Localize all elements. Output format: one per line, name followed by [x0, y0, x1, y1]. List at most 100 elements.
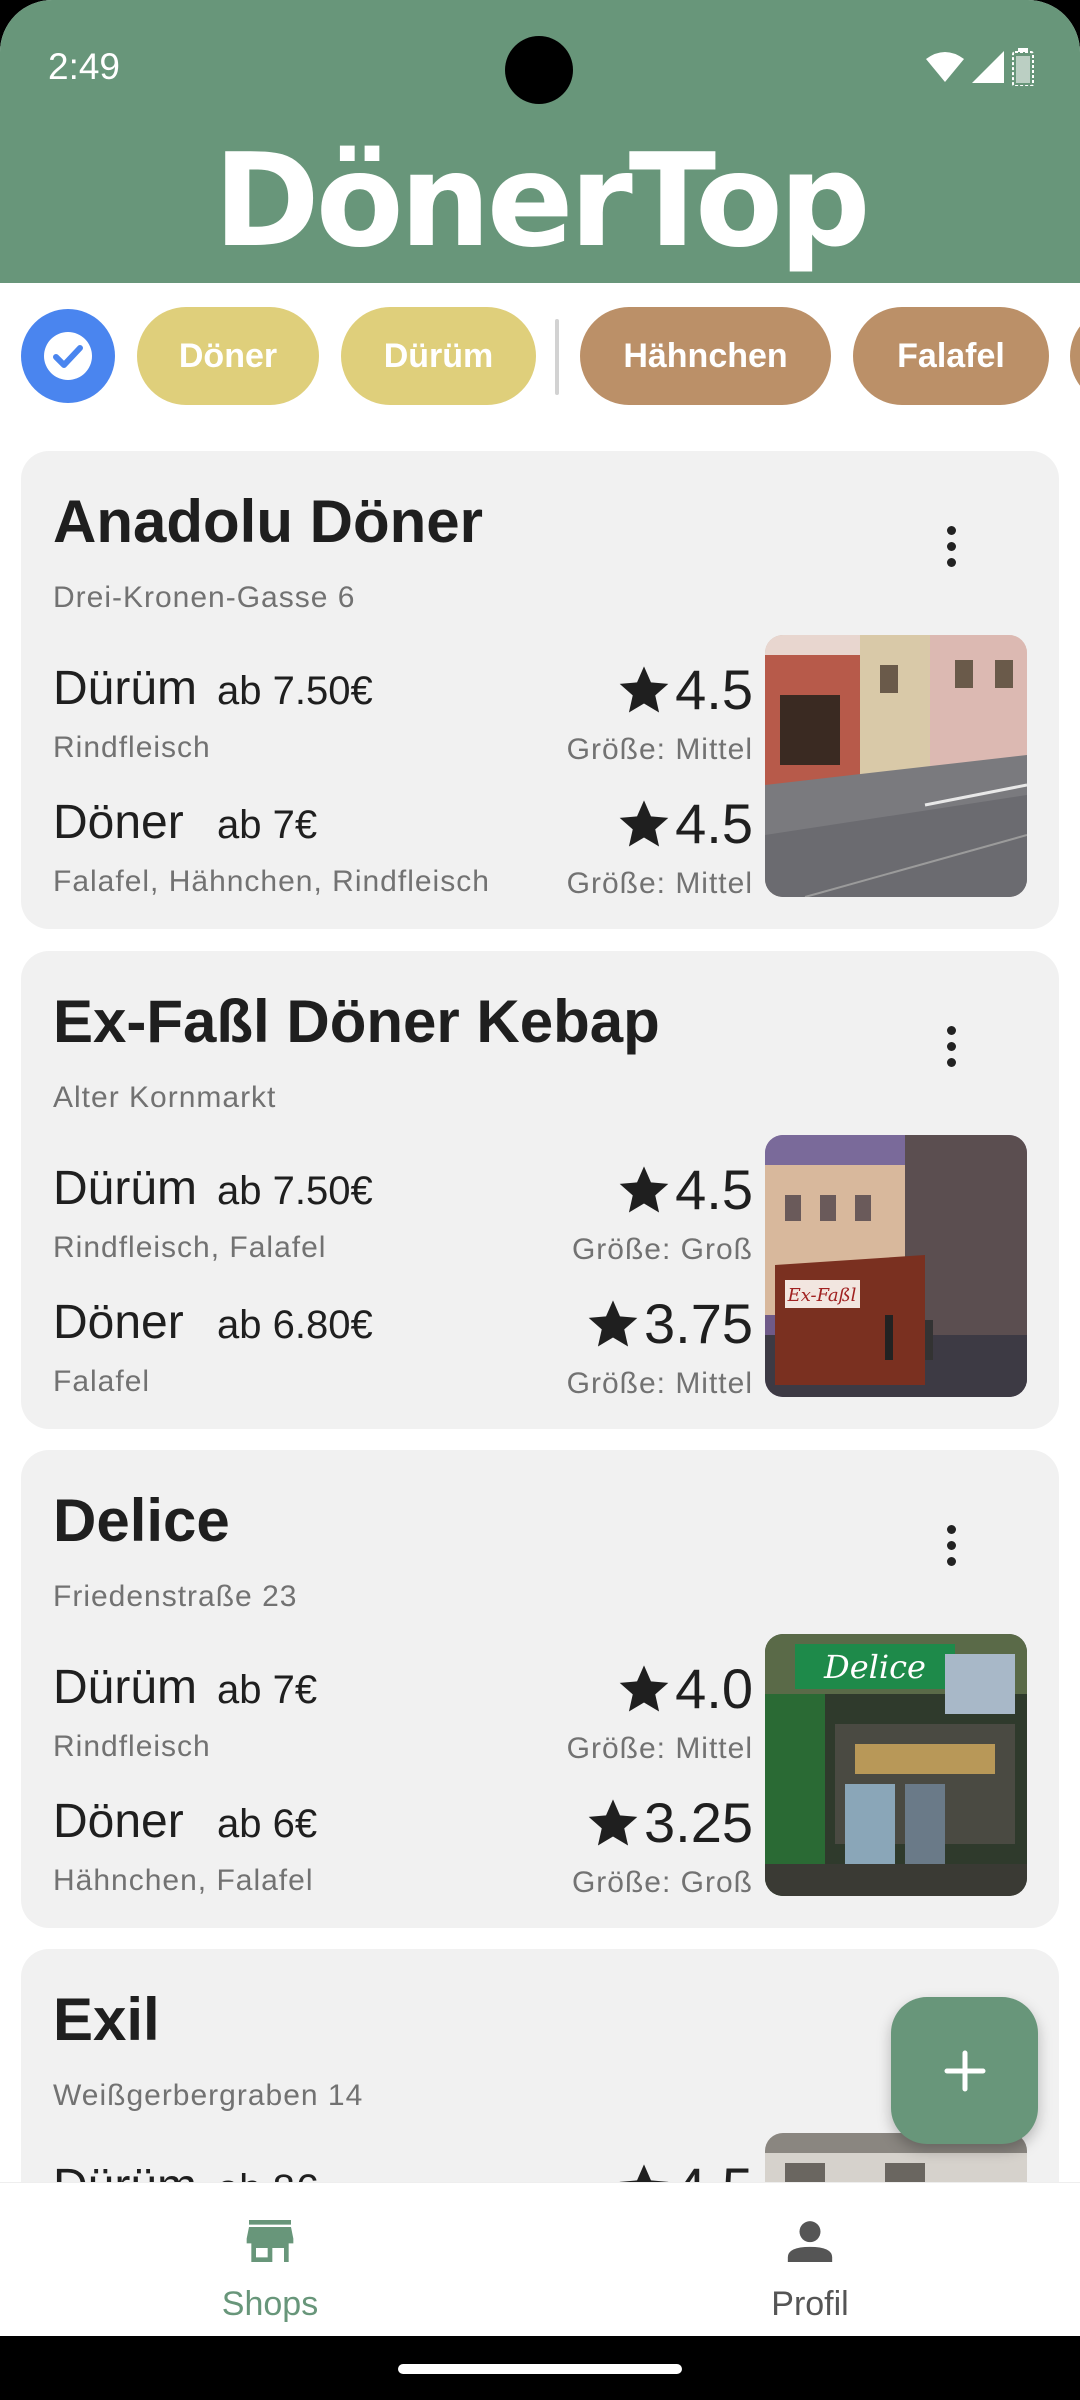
rating-value: 4.0 [675, 1657, 753, 1720]
product-rating: 3.75 [586, 1291, 753, 1356]
product-size: Größe: Mittel [566, 867, 753, 900]
store-icon [246, 2220, 294, 2262]
chip-more[interactable] [1070, 307, 1080, 405]
shop-name: Exil [53, 1986, 160, 2053]
shop-card[interactable]: Delice Friedenstraße 23 Dürüm ab 7€ Rind… [21, 1450, 1059, 1928]
product-name: Dürüm [53, 1661, 198, 1714]
product-fillings: Rindfleisch, Falafel [53, 1231, 327, 1264]
product-size: Größe: Mittel [566, 1367, 753, 1400]
rating-value: 4.5 [675, 658, 753, 721]
rating-value: 3.25 [644, 1791, 753, 1854]
product-size: Größe: Mittel [566, 733, 753, 766]
chip-falafel[interactable]: Falafel [853, 307, 1049, 405]
product-price: ab 8€ [217, 2167, 317, 2182]
product-fillings: Falafel [53, 1365, 151, 1398]
product-rating: 4.5 [617, 1157, 753, 1222]
star-icon [588, 1798, 638, 1845]
camera-cutout [505, 36, 573, 104]
shop-address: Friedenstraße 23 [53, 1580, 298, 1613]
more-options-button[interactable] [921, 511, 981, 581]
select-all-chip[interactable] [21, 309, 115, 403]
product-size: Größe: Groß [571, 1866, 753, 1899]
product-row: Döner ab 6.80€ Falafel 3.75 Größe: Mitte… [53, 1292, 753, 1421]
product-row: Dürüm ab 7.50€ Rindfleisch 4.5 Größe: Mi… [53, 658, 753, 787]
wifi-icon [926, 52, 964, 82]
shop-photo[interactable]: Delice [765, 1634, 1027, 1896]
product-name: Döner [53, 1795, 184, 1848]
chip-doener[interactable]: Döner [137, 307, 319, 405]
product-rating: 3.25 [586, 1790, 753, 1855]
product-size: Größe: Groß [571, 1233, 753, 1266]
product-price: ab 6€ [217, 1802, 318, 1846]
chip-divider [555, 319, 559, 395]
shop-photo[interactable] [765, 635, 1027, 897]
star-icon [619, 799, 669, 846]
product-rating: 4.0 [617, 1656, 753, 1721]
filter-chips: Döner Dürüm Hähnchen Falafel [0, 305, 1080, 407]
nav-label-shops: Shops [221, 2285, 319, 2323]
shop-address: Weißgerbergraben 14 [53, 2079, 364, 2112]
shop-address: Drei-Kronen-Gasse 6 [53, 581, 356, 614]
rating-value: 4.5 [675, 1158, 753, 1221]
rating-value: 3.75 [644, 1292, 753, 1355]
app-title: DönerTop [213, 127, 870, 276]
status-icons [926, 48, 1034, 86]
app-header: 2:49 DönerTop [0, 0, 1080, 283]
product-fillings: Falafel, Hähnchen, Rindfleisch [53, 865, 490, 898]
product-price: ab 7€ [217, 803, 318, 847]
product-price: ab 7€ [217, 1668, 318, 1712]
plus-icon [944, 2050, 985, 2091]
chip-duerum[interactable]: Dürüm [341, 307, 536, 405]
product-name: Döner [53, 1296, 184, 1349]
star-icon [588, 1299, 638, 1346]
app-screen: 2:49 DönerTop Döner Dürüm Hähnchen Falaf… [0, 0, 1080, 2400]
svg-text:Ex-Faßl: Ex-Faßl [787, 1285, 857, 1306]
more-options-button[interactable] [921, 1510, 981, 1580]
star-icon [619, 665, 669, 712]
product-name: Dürüm [53, 1162, 198, 1215]
rating-value: 4.5 [675, 2155, 753, 2182]
product-size: Größe: Mittel [566, 1732, 753, 1765]
product-row: Dürüm ab 7.50€ Rindfleisch, Falafel 4.5 … [53, 1158, 753, 1287]
more-options-button[interactable] [921, 1011, 981, 1081]
product-name: Döner [53, 796, 184, 849]
product-name: Dürüm [53, 662, 198, 715]
shop-photo[interactable]: Ex-Faßl [765, 1135, 1027, 1397]
product-price: ab 6.80€ [217, 1303, 373, 1347]
chip-haehnchen[interactable]: Hähnchen [580, 307, 831, 405]
product-rating: 4.5 [617, 2155, 753, 2182]
product-rating: 4.5 [617, 791, 753, 856]
product-row: Dürüm ab 8€ 4.5 [53, 2156, 753, 2182]
nav-item-profil[interactable]: Profil [540, 2183, 1080, 2337]
product-name: Dürüm [53, 2159, 197, 2182]
product-price: ab 7.50€ [217, 1169, 373, 1213]
product-row: Döner ab 6€ Hähnchen, Falafel 3.25 Größe… [53, 1791, 753, 1920]
product-fillings: Hähnchen, Falafel [53, 1864, 314, 1897]
check-icon [44, 332, 92, 380]
shop-list[interactable]: Anadolu Döner Drei-Kronen-Gasse 6 Dürüm … [0, 420, 1080, 2182]
home-handle[interactable] [398, 2364, 682, 2374]
shop-name: Anadolu Döner [53, 488, 483, 555]
battery-icon [1012, 48, 1034, 86]
rating-value: 4.5 [675, 792, 753, 855]
gesture-bar [0, 2336, 1080, 2400]
star-icon [619, 1664, 669, 1711]
person-icon [787, 2221, 833, 2262]
signal-icon [972, 51, 1004, 83]
nav-label-profil: Profil [771, 2285, 849, 2323]
product-fillings: Rindfleisch [53, 1730, 211, 1763]
bottom-navigation: Shops Profil [0, 2182, 1080, 2336]
add-shop-button[interactable] [891, 1997, 1038, 2144]
shop-card[interactable]: Anadolu Döner Drei-Kronen-Gasse 6 Dürüm … [21, 451, 1059, 929]
star-icon [619, 2163, 669, 2182]
product-fillings: Rindfleisch [53, 731, 211, 764]
shop-name: Delice [53, 1487, 230, 1554]
nav-item-shops[interactable]: Shops [0, 2183, 540, 2337]
product-price: ab 7.50€ [217, 669, 373, 713]
product-row: Dürüm ab 7€ Rindfleisch 4.0 Größe: Mitte… [53, 1657, 753, 1786]
shop-name: Ex-Faßl Döner Kebap [53, 988, 660, 1055]
star-icon [619, 1165, 669, 1212]
shop-address: Alter Kornmarkt [53, 1081, 277, 1114]
status-time: 2:49 [48, 46, 121, 87]
shop-card[interactable]: Ex-Faßl Döner Kebap Alter Kornmarkt Dürü… [21, 951, 1059, 1429]
